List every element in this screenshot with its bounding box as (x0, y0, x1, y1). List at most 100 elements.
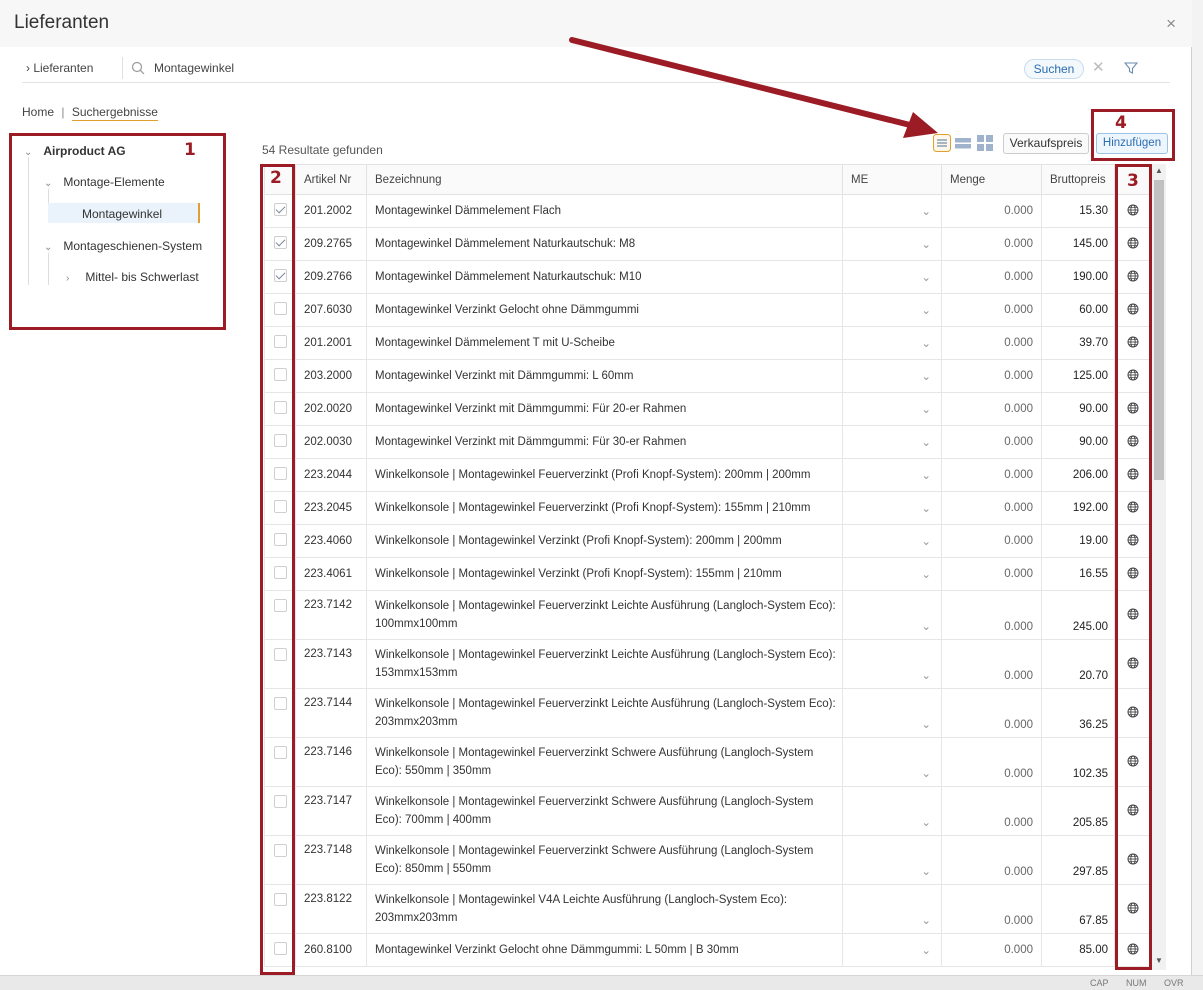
table-row[interactable]: 202.0030 Montagewinkel Verzinkt mit Dämmg… (264, 425, 1151, 459)
cell-menge-input[interactable]: 0.000 (941, 737, 1042, 787)
cell-menge-input[interactable]: 0.000 (941, 590, 1042, 640)
table-row[interactable]: 223.7146 Winkelkonsole | Montagewinkel Fe… (264, 737, 1151, 787)
cell-bezeichnung: Montagewinkel Dämmelement T mit U-Scheib… (366, 326, 843, 360)
cell-bezeichnung: Winkelkonsole | Montagewinkel Feuerverzi… (366, 835, 843, 885)
table-row[interactable]: 223.7143 Winkelkonsole | Montagewinkel Fe… (264, 639, 1151, 689)
table-row[interactable]: 223.2045 Winkelkonsole | Montagewinkel Fe… (264, 491, 1151, 525)
cell-menge-input[interactable]: 0.000 (941, 884, 1042, 934)
search-input[interactable]: Montagewinkel (154, 61, 234, 75)
cell-menge-input[interactable]: 0.000 (941, 293, 1042, 327)
cell-menge-input[interactable]: 0.000 (941, 639, 1042, 689)
description-text: Winkelkonsole | Montagewinkel Verzinkt (… (375, 568, 782, 580)
cell-me-select[interactable]: ⌄ (842, 933, 942, 967)
cell-menge-input[interactable]: 0.000 (941, 688, 1042, 738)
cell-menge-input[interactable]: 0.000 (941, 557, 1042, 591)
cell-menge-input[interactable]: 0.000 (941, 227, 1042, 261)
cell-bezeichnung: Montagewinkel Verzinkt Gelocht ohne Dämm… (366, 933, 843, 967)
header-preis[interactable]: Bruttopreis (1041, 164, 1115, 195)
cell-menge-input[interactable]: 0.000 (941, 786, 1042, 836)
table-row[interactable]: 223.8122 Winkelkonsole | Montagewinkel V4… (264, 884, 1151, 934)
cell-menge-input[interactable]: 0.000 (941, 835, 1042, 885)
cell-artikel: 223.8122 (295, 884, 367, 934)
cell-me-select[interactable]: ⌄ (842, 425, 942, 459)
table-row[interactable]: 223.7144 Winkelkonsole | Montagewinkel Fe… (264, 688, 1151, 738)
table-row[interactable]: 203.2000 Montagewinkel Verzinkt mit Dämmg… (264, 359, 1151, 393)
cell-me-select[interactable]: ⌄ (842, 884, 942, 934)
table-row[interactable]: 209.2765 Montagewinkel Dämmelement Naturk… (264, 227, 1151, 261)
cell-menge-input[interactable]: 0.000 (941, 933, 1042, 967)
cell-me-select[interactable]: ⌄ (842, 639, 942, 689)
chevron-down-icon: ⌄ (921, 371, 931, 383)
cell-menge-input[interactable]: 0.000 (941, 491, 1042, 525)
cell-bezeichnung: Winkelkonsole | Montagewinkel Feuerverzi… (366, 590, 843, 640)
table-row[interactable]: 223.7147 Winkelkonsole | Montagewinkel Fe… (264, 786, 1151, 836)
cell-me-select[interactable]: ⌄ (842, 835, 942, 885)
annotation-number-2: 2 (270, 168, 282, 188)
supplier-crumb[interactable]: › Lieferanten (26, 61, 93, 75)
cell-me-select[interactable]: ⌄ (842, 359, 942, 393)
scroll-down-icon[interactable]: ▼ (1155, 956, 1163, 965)
cell-me-select[interactable]: ⌄ (842, 227, 942, 261)
cell-me-select[interactable]: ⌄ (842, 524, 942, 558)
cell-menge-input[interactable]: 0.000 (941, 425, 1042, 459)
cell-me-select[interactable]: ⌄ (842, 194, 942, 228)
scrollbar-thumb[interactable] (1154, 180, 1164, 480)
cell-me-select[interactable]: ⌄ (842, 260, 942, 294)
cell-me-select[interactable]: ⌄ (842, 737, 942, 787)
header-menge[interactable]: Menge (941, 164, 1042, 195)
description-text: Montagewinkel Dämmelement Naturkautschuk… (375, 238, 636, 250)
status-cap: CAP (1090, 978, 1109, 988)
cell-menge-input[interactable]: 0.000 (941, 392, 1042, 426)
annotation-arrow (569, 37, 938, 138)
cell-me-select[interactable]: ⌄ (842, 786, 942, 836)
table-row[interactable]: 207.6030 Montagewinkel Verzinkt Gelocht o… (264, 293, 1151, 327)
cell-me-select[interactable]: ⌄ (842, 458, 942, 492)
table-row[interactable]: 201.2002 Montagewinkel Dämmelement Flach ⌄… (264, 194, 1151, 228)
breadcrumb-current[interactable]: Suchergebnisse (71, 105, 158, 121)
close-icon[interactable]: × (1166, 14, 1176, 34)
table-row[interactable]: 223.2044 Winkelkonsole | Montagewinkel Fe… (264, 458, 1151, 492)
cell-me-select[interactable]: ⌄ (842, 688, 942, 738)
scroll-up-icon[interactable]: ▲ (1155, 166, 1163, 175)
cell-menge-input[interactable]: 0.000 (941, 359, 1042, 393)
cell-menge-input[interactable]: 0.000 (941, 194, 1042, 228)
cell-me-select[interactable]: ⌄ (842, 557, 942, 591)
clear-search-icon[interactable]: ✕ (1092, 58, 1105, 76)
cell-menge-input[interactable]: 0.000 (941, 260, 1042, 294)
table-row[interactable]: 223.4061 Winkelkonsole | Montagewinkel Ve… (264, 557, 1151, 591)
cell-bruttopreis: 192.00 (1041, 491, 1115, 525)
table-row[interactable]: 209.2766 Montagewinkel Dämmelement Naturk… (264, 260, 1151, 294)
filter-icon[interactable] (1124, 61, 1138, 75)
cell-menge-input[interactable]: 0.000 (941, 524, 1042, 558)
cell-bruttopreis: 145.00 (1041, 227, 1115, 261)
grid-view-icon[interactable] (976, 134, 994, 152)
cell-artikel: 223.7146 (295, 737, 367, 787)
header-me[interactable]: ME (842, 164, 942, 195)
cell-me-select[interactable]: ⌄ (842, 590, 942, 640)
cell-menge-input[interactable]: 0.000 (941, 458, 1042, 492)
table-row[interactable]: 260.8100 Montagewinkel Verzinkt Gelocht o… (264, 933, 1151, 967)
description-text: Winkelkonsole | Montagewinkel Feuerverzi… (375, 469, 811, 481)
cell-bruttopreis: 19.00 (1041, 524, 1115, 558)
cell-bruttopreis: 15.30 (1041, 194, 1115, 228)
breadcrumb-home[interactable]: Home (22, 105, 54, 119)
verkaufspreis-button[interactable]: Verkaufspreis (1003, 133, 1089, 154)
cell-me-select[interactable]: ⌄ (842, 491, 942, 525)
table-row[interactable]: 223.7142 Winkelkonsole | Montagewinkel Fe… (264, 590, 1151, 640)
table-row[interactable]: 201.2001 Montagewinkel Dämmelement T mit … (264, 326, 1151, 360)
cell-bruttopreis: 90.00 (1041, 392, 1115, 426)
cell-bezeichnung: Winkelkonsole | Montagewinkel Feuerverzi… (366, 458, 843, 492)
cell-bruttopreis: 20.70 (1041, 639, 1115, 689)
cell-me-select[interactable]: ⌄ (842, 326, 942, 360)
cell-menge-input[interactable]: 0.000 (941, 326, 1042, 360)
header-artikel[interactable]: Artikel Nr (295, 164, 367, 195)
table-row[interactable]: 223.4060 Winkelkonsole | Montagewinkel Ve… (264, 524, 1151, 558)
table-scrollbar[interactable]: ▲ ▼ (1152, 164, 1166, 970)
cell-me-select[interactable]: ⌄ (842, 392, 942, 426)
search-button[interactable]: Suchen (1024, 59, 1084, 79)
header-bezeichnung[interactable]: Bezeichnung (366, 164, 843, 195)
cell-me-select[interactable]: ⌄ (842, 293, 942, 327)
table-row[interactable]: 202.0020 Montagewinkel Verzinkt mit Dämmg… (264, 392, 1151, 426)
table-row[interactable]: 223.7148 Winkelkonsole | Montagewinkel Fe… (264, 835, 1151, 885)
cell-bezeichnung: Winkelkonsole | Montagewinkel Feuerverzi… (366, 491, 843, 525)
